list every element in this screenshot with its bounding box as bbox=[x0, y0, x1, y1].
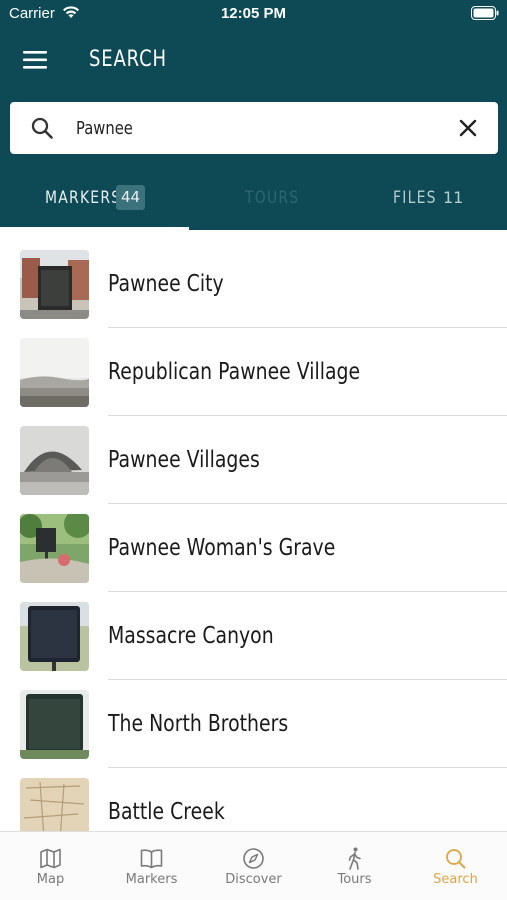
tabbar-label: Search bbox=[433, 872, 478, 887]
result-title: Pawnee City bbox=[108, 271, 224, 297]
list-item[interactable]: Massacre Canyon bbox=[0, 592, 507, 680]
bottom-tab-bar: Map Markers Discover Tours Search bbox=[0, 831, 507, 900]
book-icon bbox=[140, 849, 163, 869]
tab-markers-count-badge: 44 bbox=[116, 185, 145, 210]
marker-thumbnail bbox=[20, 338, 89, 407]
tabbar-item-search[interactable]: Search bbox=[405, 832, 506, 900]
search-icon bbox=[31, 117, 53, 139]
status-bar: Carrier 12:05 PM bbox=[0, 0, 507, 28]
marker-thumbnail bbox=[20, 514, 89, 583]
tab-files-label: FILES bbox=[393, 188, 437, 208]
clock: 12:05 PM bbox=[220, 5, 287, 22]
tab-markers-label: MARKERS bbox=[45, 188, 122, 208]
walking-icon bbox=[348, 847, 361, 870]
results-list[interactable]: Pawnee City Republican Pawnee Village Pa… bbox=[0, 240, 507, 831]
tabbar-item-discover[interactable]: Discover bbox=[203, 832, 304, 900]
tabbar-label: Discover bbox=[225, 872, 282, 887]
clear-search-icon[interactable] bbox=[456, 116, 480, 140]
result-title: Republican Pawnee Village bbox=[108, 359, 361, 385]
tab-tours-label: TOURS bbox=[245, 188, 300, 208]
compass-icon bbox=[243, 848, 264, 869]
tab-files-count: 11 bbox=[443, 188, 464, 207]
list-item[interactable]: Battle Creek bbox=[0, 768, 507, 831]
tabbar-label: Map bbox=[36, 872, 65, 887]
result-title: Battle Creek bbox=[108, 799, 225, 825]
page-title: SEARCH bbox=[89, 47, 167, 72]
tabbar-label: Markers bbox=[125, 872, 178, 887]
battery-icon bbox=[471, 6, 499, 20]
tabbar-item-markers[interactable]: Markers bbox=[101, 832, 202, 900]
marker-thumbnail bbox=[20, 602, 89, 671]
tabbar-item-map[interactable]: Map bbox=[0, 832, 101, 900]
list-item[interactable]: Pawnee Woman's Grave bbox=[0, 504, 507, 592]
marker-thumbnail bbox=[20, 426, 89, 495]
active-tab-indicator bbox=[0, 227, 189, 230]
tabbar-item-tours[interactable]: Tours bbox=[304, 832, 405, 900]
list-item[interactable]: Pawnee City bbox=[0, 240, 507, 328]
result-title: Pawnee Woman's Grave bbox=[108, 535, 336, 561]
search-input[interactable] bbox=[76, 112, 380, 144]
result-tabs: MARKERS 44 TOURS FILES 11 bbox=[0, 172, 507, 230]
list-item[interactable]: Pawnee Villages bbox=[0, 416, 507, 504]
result-title: Massacre Canyon bbox=[108, 623, 274, 649]
result-title: The North Brothers bbox=[108, 711, 289, 737]
marker-thumbnail bbox=[20, 778, 89, 831]
tabbar-label: Tours bbox=[337, 872, 372, 887]
map-icon bbox=[40, 848, 61, 869]
marker-thumbnail bbox=[20, 250, 89, 319]
list-item[interactable]: The North Brothers bbox=[0, 680, 507, 768]
header: Carrier 12:05 PM SEARCH MARKERS bbox=[0, 0, 507, 230]
list-item[interactable]: Republican Pawnee Village bbox=[0, 328, 507, 416]
hamburger-menu-icon[interactable] bbox=[20, 46, 50, 74]
result-title: Pawnee Villages bbox=[108, 447, 260, 473]
search-icon bbox=[446, 849, 466, 869]
search-bar bbox=[10, 102, 498, 154]
marker-thumbnail bbox=[20, 690, 89, 759]
tab-markers[interactable]: MARKERS 44 bbox=[0, 172, 189, 230]
